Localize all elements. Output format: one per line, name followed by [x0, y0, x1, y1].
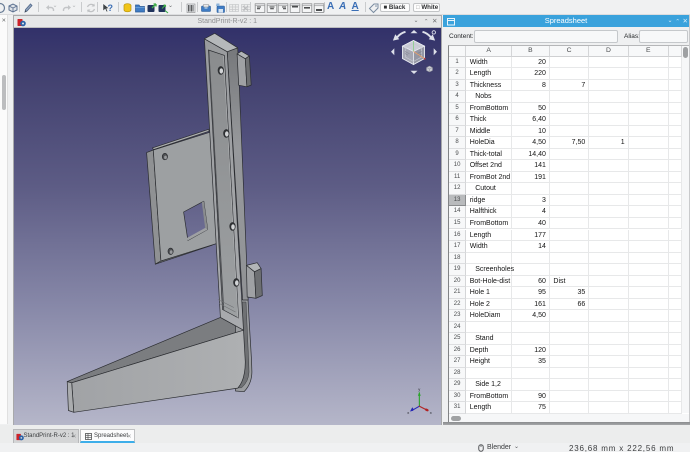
svg-text:?: ? — [108, 3, 114, 13]
svg-text:x: x — [407, 410, 409, 415]
svg-text:y: y — [418, 387, 420, 392]
svg-text:x: x — [430, 410, 432, 415]
